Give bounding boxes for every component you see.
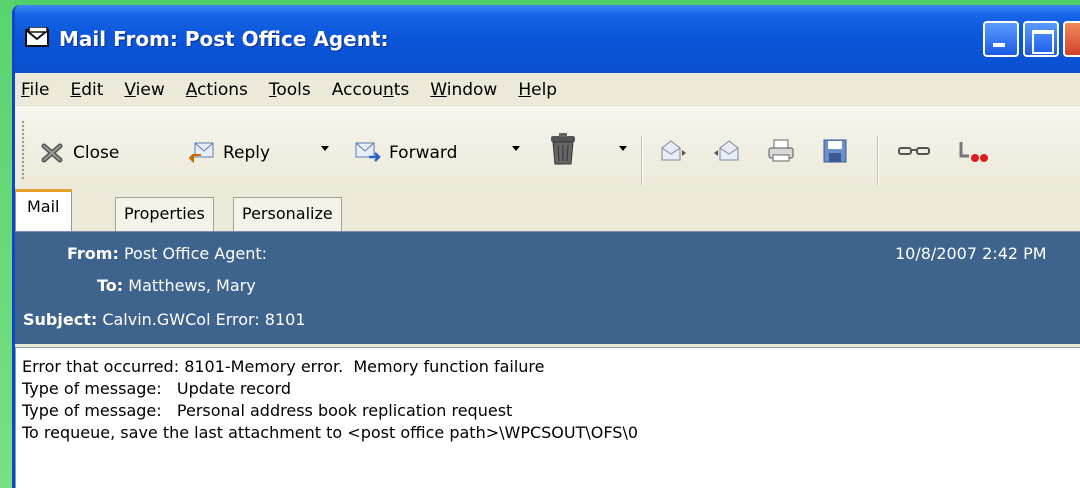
forward-dropdown-icon[interactable] — [512, 146, 520, 151]
reply-dropdown-icon[interactable] — [321, 146, 329, 151]
print-icon[interactable] — [767, 138, 795, 164]
toolbar-grip[interactable] — [21, 120, 25, 180]
tab-mail[interactable]: Mail — [15, 189, 72, 231]
toolbar-separator — [641, 136, 642, 186]
tab-strip: Mail Properties Personalize — [15, 189, 1080, 231]
date-sent: 10/8/2007 2:42 PM — [895, 244, 1047, 263]
close-label: Close — [73, 143, 120, 163]
toolbar-separator-2 — [877, 136, 878, 186]
from-value[interactable]: Post Office Agent: — [124, 244, 267, 263]
previous-message-icon[interactable] — [713, 138, 741, 164]
menu-actions[interactable]: Actions — [186, 80, 248, 100]
body-line: Type of message: Update record — [22, 379, 292, 398]
body-line: To requeue, save the last attachment to … — [22, 423, 639, 442]
message-header: From: Post Office Agent: To: Matthews, M… — [15, 231, 1080, 344]
menu-help[interactable]: Help — [518, 80, 557, 100]
to-label: To: — [97, 276, 124, 295]
subject-value: Calvin.GWCol Error: 8101 — [102, 310, 306, 329]
subject-row: Subject: Calvin.GWCol Error: 8101 — [23, 310, 306, 329]
trash-icon[interactable] — [547, 132, 579, 166]
reply-icon — [189, 142, 214, 164]
to-row: To: Matthews, Mary — [97, 276, 256, 295]
cleanup-icon[interactable] — [955, 138, 989, 164]
title-bar[interactable]: Mail From: Post Office Agent: — [15, 5, 1080, 83]
forward-button[interactable]: Forward — [355, 138, 457, 168]
tab-personalize[interactable]: Personalize — [233, 197, 342, 231]
glasses-icon[interactable] — [897, 138, 931, 164]
menu-accounts[interactable]: Accounts — [332, 80, 410, 100]
from-label: From: — [67, 244, 119, 263]
tab-properties[interactable]: Properties — [115, 197, 214, 231]
body-line: Type of message: Personal address book r… — [22, 401, 513, 420]
window-title: Mail From: Post Office Agent: — [59, 27, 389, 51]
menu-tools[interactable]: Tools — [269, 80, 311, 100]
reply-label: Reply — [223, 143, 271, 163]
trash-dropdown-icon[interactable] — [619, 146, 627, 151]
maximize-button[interactable] — [1023, 21, 1059, 57]
menu-bar: File Edit View Actions Tools Accounts Wi… — [15, 73, 1080, 107]
close-window-button[interactable] — [1063, 21, 1080, 57]
minimize-button[interactable] — [983, 21, 1019, 57]
reply-button[interactable]: Reply — [189, 138, 270, 168]
to-value[interactable]: Matthews, Mary — [128, 276, 255, 295]
menu-window[interactable]: Window — [430, 80, 497, 100]
menu-view[interactable]: View — [124, 80, 164, 100]
forward-icon — [355, 142, 381, 162]
close-x-icon — [41, 143, 63, 163]
menu-edit[interactable]: Edit — [70, 80, 103, 100]
menu-file[interactable]: File — [21, 80, 49, 100]
forward-label: Forward — [389, 143, 458, 163]
save-icon[interactable] — [821, 138, 849, 164]
next-message-icon[interactable] — [659, 138, 687, 164]
close-button[interactable]: Close — [39, 138, 119, 168]
mail-window-icon — [25, 27, 49, 47]
mail-window: Mail From: Post Office Agent: File Edit … — [12, 5, 1080, 488]
subject-label: Subject: — [23, 310, 98, 329]
message-body[interactable]: Error that occurred: 8101-Memory error. … — [15, 347, 1080, 488]
body-line: Error that occurred: 8101-Memory error. … — [22, 357, 545, 376]
from-row: From: Post Office Agent: — [67, 244, 267, 263]
toolbar: Close Reply Forward — [15, 107, 1080, 189]
